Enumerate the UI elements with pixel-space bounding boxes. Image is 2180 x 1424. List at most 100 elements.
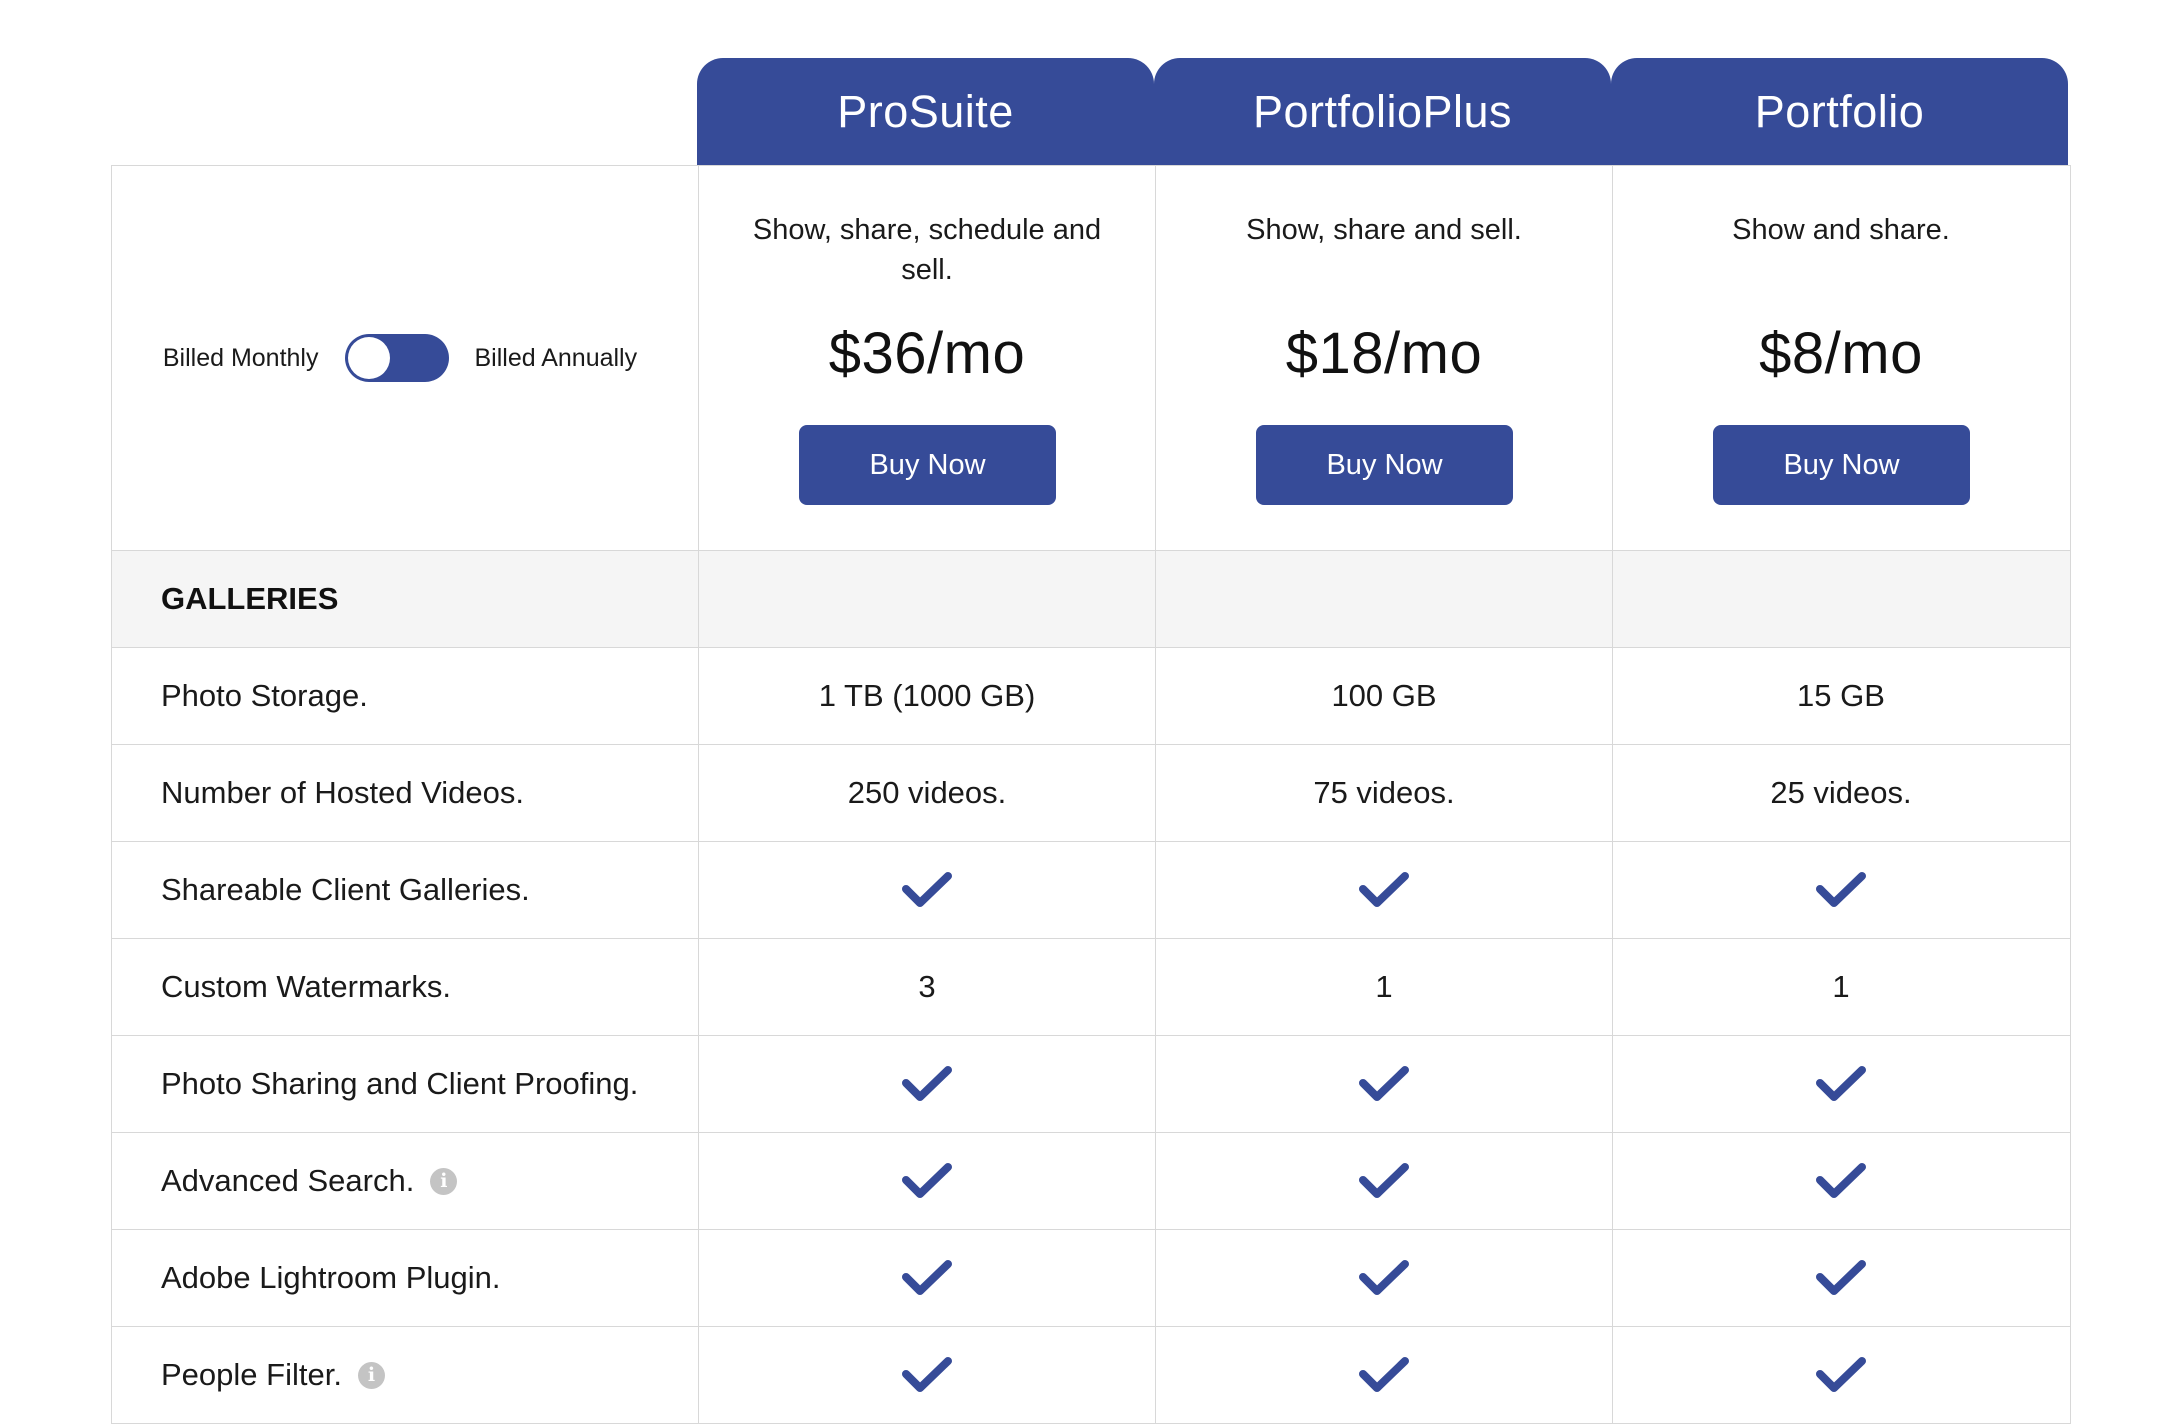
feature-label: Photo Sharing and Client Proofing. [161,1066,639,1101]
feature-row: Custom Watermarks. 3 1 1 [112,938,2070,1035]
feature-value-prosuite: 3 [698,939,1155,1035]
feature-value-prosuite [698,1036,1155,1132]
buy-now-button-portfolioplus[interactable]: Buy Now [1256,425,1513,505]
feature-value-portfolioplus [1155,1133,1612,1229]
billing-toggle-group: Billed Monthly Billed Annually [112,166,698,550]
plan-price: $18/mo [1285,321,1483,386]
feature-value: 75 videos. [1313,775,1455,810]
feature-value-prosuite [698,842,1155,938]
feature-value-prosuite: 1 TB (1000 GB) [698,648,1155,744]
check-icon [902,1163,952,1198]
feature-label: Shareable Client Galleries. [161,872,530,907]
pricing-page: ProSuite PortfolioPlus Portfolio Billed … [0,0,2180,1424]
feature-row: Advanced Search. i [112,1132,2070,1229]
feature-value: 1 [1832,969,1850,1004]
feature-value-portfolioplus [1155,1230,1612,1326]
feature-value-portfolio: 15 GB [1612,648,2069,744]
feature-value-portfolioplus: 75 videos. [1155,745,1612,841]
feature-value: 1 TB (1000 GB) [818,678,1036,713]
feature-row: Photo Sharing and Client Proofing. [112,1035,2070,1132]
section-empty-cell [1612,551,2069,647]
feature-row: Adobe Lightroom Plugin. [112,1229,2070,1326]
feature-row: Number of Hosted Videos. 250 videos. 75 vi… [112,744,2070,841]
feature-value-portfolioplus [1155,842,1612,938]
check-icon [1816,1066,1866,1101]
billing-toggle[interactable] [344,334,449,382]
check-icon [902,1260,952,1295]
feature-value-prosuite [698,1327,1155,1423]
feature-rows: Photo Storage. 1 TB (1000 GB) 100 GB 15 GB N… [112,647,2070,1423]
plan-intro-prosuite: Show, share, schedule and sell. $36/mo B… [698,166,1155,550]
pricing-table: Billed Monthly Billed Annually Show, sha… [111,165,2071,1424]
feature-value-portfolio [1612,1036,2069,1132]
feature-value-portfolio [1612,842,2069,938]
section-empty-cell [1155,551,1612,647]
check-icon [1816,1260,1866,1295]
plan-intro-portfolio: Show and share. $8/mo Buy Now [1612,166,2069,550]
plan-price: $36/mo [828,321,1026,386]
feature-label-cell: Number of Hosted Videos. [112,745,698,841]
feature-value-portfolio [1612,1230,2069,1326]
feature-row: Photo Storage. 1 TB (1000 GB) 100 GB 15 GB [112,647,2070,744]
feature-value: 100 GB [1331,678,1437,713]
plan-headers: ProSuite PortfolioPlus Portfolio [697,58,2069,165]
feature-value-portfolioplus: 100 GB [1155,648,1612,744]
plan-intro-row: Billed Monthly Billed Annually Show, sha… [112,165,2070,550]
billed-annually-label[interactable]: Billed Annually [475,344,638,373]
check-icon [1816,872,1866,907]
feature-label: People Filter. [161,1357,342,1392]
plan-tagline: Show, share, schedule and sell. [752,214,1102,286]
feature-label: Custom Watermarks. [161,969,451,1004]
feature-label-cell: Advanced Search. i [112,1133,698,1229]
feature-value-portfolioplus [1155,1036,1612,1132]
section-title: GALLERIES [161,581,339,616]
feature-value-prosuite [698,1230,1155,1326]
feature-value: 3 [918,969,936,1004]
section-empty-cell [698,551,1155,647]
feature-row: People Filter. i [112,1326,2070,1423]
check-icon [1359,872,1409,907]
feature-label-cell: Custom Watermarks. [112,939,698,1035]
check-icon [1816,1163,1866,1198]
feature-value: 250 videos. [847,775,1007,810]
feature-value: 25 videos. [1770,775,1912,810]
feature-value-prosuite [698,1133,1155,1229]
feature-label-cell: Adobe Lightroom Plugin. [112,1230,698,1326]
info-icon[interactable]: i [430,1167,458,1195]
feature-row: Shareable Client Galleries. [112,841,2070,938]
check-icon [1359,1163,1409,1198]
plan-price: $8/mo [1759,321,1923,386]
plan-header-portfolio: Portfolio [1611,58,2068,165]
plan-header-prosuite: ProSuite [697,58,1154,165]
check-icon [1359,1260,1409,1295]
feature-value-portfolioplus [1155,1327,1612,1423]
feature-value-portfolio [1612,1133,2069,1229]
feature-value: 1 [1375,969,1393,1004]
feature-label: Number of Hosted Videos. [161,775,525,810]
check-icon [1816,1357,1866,1392]
feature-label-cell: Photo Storage. [112,648,698,744]
buy-now-button-prosuite[interactable]: Buy Now [799,425,1056,505]
feature-label: Photo Storage. [161,678,368,713]
feature-label-cell: Shareable Client Galleries. [112,842,698,938]
plan-tagline: Show, share and sell. [1246,214,1522,246]
plan-intro-portfolioplus: Show, share and sell. $18/mo Buy Now [1155,166,1612,550]
check-icon [1359,1066,1409,1101]
feature-label-cell: People Filter. i [112,1327,698,1423]
feature-label: Adobe Lightroom Plugin. [161,1260,501,1295]
feature-label-cell: Photo Sharing and Client Proofing. [112,1036,698,1132]
feature-value: 15 GB [1797,678,1885,713]
feature-label: Advanced Search. [161,1163,415,1198]
check-icon [902,1357,952,1392]
check-icon [902,872,952,907]
feature-value-portfolioplus: 1 [1155,939,1612,1035]
check-icon [1359,1357,1409,1392]
feature-value-portfolio [1612,1327,2069,1423]
feature-value-portfolio: 25 videos. [1612,745,2069,841]
info-icon[interactable]: i [357,1361,385,1389]
billed-monthly-label[interactable]: Billed Monthly [163,344,319,373]
plan-header-portfolioplus: PortfolioPlus [1154,58,1611,165]
buy-now-button-portfolio[interactable]: Buy Now [1713,425,1970,505]
plan-tagline: Show and share. [1732,214,1950,246]
billing-toggle-knob[interactable] [347,337,390,379]
